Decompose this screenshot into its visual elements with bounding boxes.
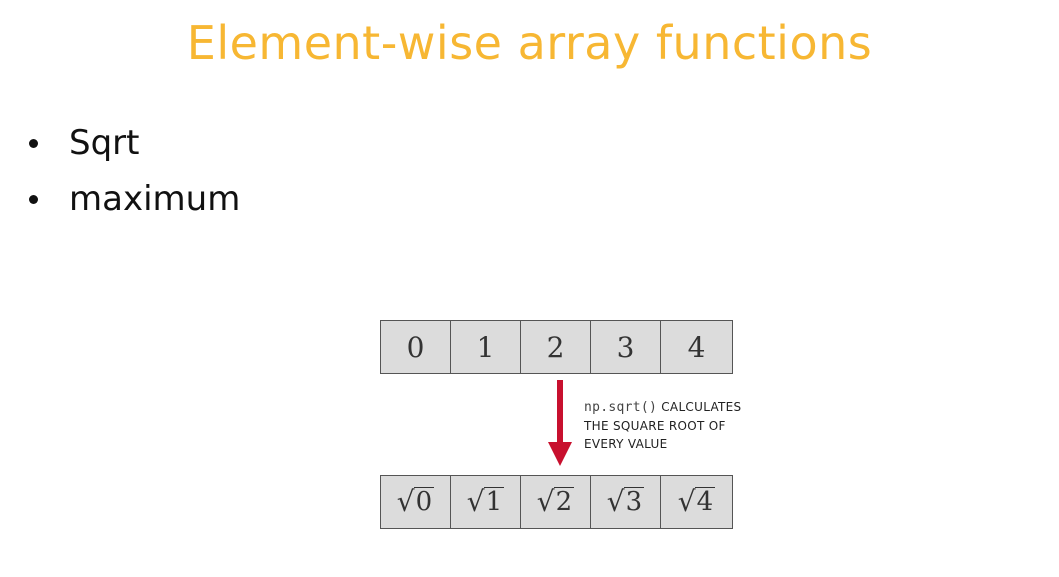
caption-line: np.sqrt() CALCULATES xyxy=(584,398,741,417)
output-cell: √ 4 xyxy=(661,476,732,528)
input-cell: 1 xyxy=(451,321,521,373)
input-array: 0 1 2 3 4 xyxy=(380,320,733,374)
bullet-dot-icon xyxy=(29,139,38,148)
bullet-text: Sqrt xyxy=(69,123,140,163)
sqrt-symbol: √ xyxy=(606,485,625,518)
sqrt-symbol: √ xyxy=(396,485,415,518)
radicand: 1 xyxy=(483,487,505,518)
output-cell: √ 1 xyxy=(451,476,521,528)
bullet-dot-icon xyxy=(29,195,38,204)
output-array: √ 0 √ 1 √ 2 √ 3 √ 4 xyxy=(380,475,733,529)
radicand: 0 xyxy=(413,487,435,518)
caption-line: EVERY VALUE xyxy=(584,437,668,451)
bullet-text: maximum xyxy=(69,179,241,219)
input-cell: 0 xyxy=(381,321,451,373)
bullet-item: maximum xyxy=(25,174,240,230)
output-cell: √ 2 xyxy=(521,476,591,528)
down-arrow-icon xyxy=(548,380,572,466)
sqrt-symbol: √ xyxy=(677,485,696,518)
bullet-list: Sqrt maximum xyxy=(25,118,240,230)
input-cell: 4 xyxy=(687,330,706,364)
radicand: 3 xyxy=(623,487,645,518)
caption-text: CALCULATES xyxy=(657,400,742,414)
radicand: 4 xyxy=(694,487,716,518)
slide-title: Element-wise array functions xyxy=(186,16,873,70)
sqrt-symbol: √ xyxy=(536,485,555,518)
output-cell: √ 0 xyxy=(381,476,451,528)
input-cell: 3 xyxy=(591,321,661,373)
caption-code: np.sqrt() xyxy=(584,400,658,415)
input-cell: 2 xyxy=(521,321,591,373)
output-cell: √ 3 xyxy=(591,476,661,528)
caption-line: THE SQUARE ROOT OF xyxy=(584,419,726,433)
diagram-caption: np.sqrt() CALCULATES THE SQUARE ROOT OF … xyxy=(584,398,741,453)
radicand: 2 xyxy=(553,487,575,518)
bullet-item: Sqrt xyxy=(25,118,240,174)
sqrt-symbol: √ xyxy=(466,485,485,518)
